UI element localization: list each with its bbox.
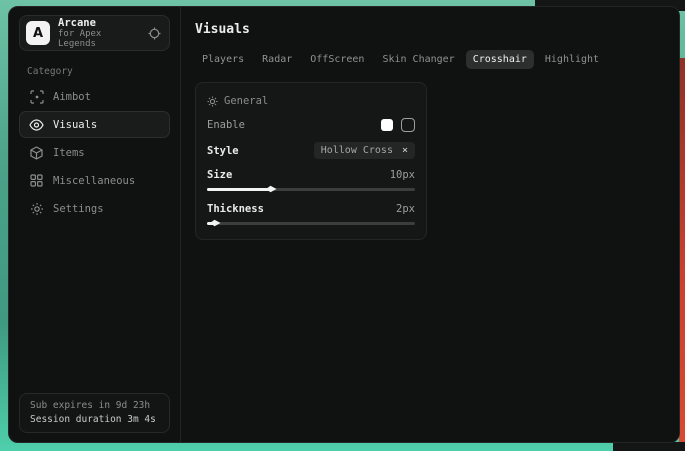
sidebar-item-visuals[interactable]: Visuals	[19, 111, 170, 138]
panel-header-label: General	[224, 95, 268, 107]
session-duration-text: Session duration 3m 4s	[30, 413, 159, 427]
aimbot-icon	[29, 90, 44, 104]
sidebar-item-label: Settings	[53, 203, 104, 215]
page-title: Visuals	[195, 22, 665, 37]
sidebar: A Arcane for Apex Legends Category	[9, 7, 181, 442]
subscription-card: Sub expires in 9d 23h Session duration 3…	[19, 393, 170, 433]
general-icon	[207, 96, 218, 107]
visuals-icon	[29, 119, 44, 131]
sidebar-item-items[interactable]: Items	[19, 139, 170, 166]
category-label: Category	[27, 66, 180, 77]
settings-icon	[29, 202, 44, 216]
enable-row: Enable	[207, 118, 415, 132]
enable-controls	[381, 118, 415, 132]
enable-label: Enable	[207, 119, 245, 131]
sidebar-item-miscellaneous[interactable]: Miscellaneous	[19, 167, 170, 194]
tab-offscreen[interactable]: OffScreen	[303, 50, 371, 69]
sidebar-item-settings[interactable]: Settings	[19, 195, 170, 222]
sub-expires-text: Sub expires in 9d 23h	[30, 399, 159, 413]
app-title: Arcane	[58, 17, 140, 29]
sidebar-item-label: Miscellaneous	[53, 175, 135, 187]
thickness-row: Thickness 2px	[207, 203, 415, 215]
size-label: Size	[207, 169, 232, 181]
thickness-slider-thumb[interactable]	[210, 219, 221, 227]
app-subtitle: for Apex Legends	[58, 29, 140, 50]
sidebar-nav: Aimbot Visuals Items	[9, 81, 180, 224]
thickness-value: 2px	[396, 203, 415, 215]
panel-header: General	[207, 95, 415, 107]
tab-players[interactable]: Players	[195, 50, 251, 69]
thickness-slider-track	[207, 222, 415, 225]
tab-radar[interactable]: Radar	[255, 50, 299, 69]
general-panel: General Enable Style Hollow Cross × Size…	[195, 82, 427, 240]
size-row: Size 10px	[207, 169, 415, 181]
items-icon	[29, 146, 44, 160]
chip-remove-icon[interactable]: ×	[402, 146, 408, 156]
sidebar-item-label: Items	[53, 147, 85, 159]
style-chip[interactable]: Hollow Cross ×	[314, 142, 415, 159]
target-icon[interactable]	[148, 27, 161, 40]
tab-crosshair[interactable]: Crosshair	[466, 50, 534, 69]
tab-skin-changer[interactable]: Skin Changer	[375, 50, 461, 69]
arcane-menu-window: A Arcane for Apex Legends Category	[8, 6, 680, 443]
main-content: Visuals Players Radar OffScreen Skin Cha…	[181, 7, 679, 442]
thickness-slider[interactable]	[207, 219, 415, 227]
size-slider-fill	[207, 188, 271, 191]
profile-text: Arcane for Apex Legends	[58, 17, 140, 50]
tab-bar: Players Radar OffScreen Skin Changer Cro…	[195, 50, 665, 69]
misc-icon	[29, 174, 44, 187]
sidebar-item-label: Aimbot	[53, 91, 91, 103]
size-slider[interactable]	[207, 185, 415, 193]
style-row: Style Hollow Cross ×	[207, 142, 415, 159]
thickness-slider-fill	[207, 222, 215, 225]
background-dark-corner-bottom	[613, 442, 685, 451]
size-value: 10px	[390, 169, 415, 181]
profile-card: A Arcane for Apex Legends	[19, 15, 170, 51]
enable-checkbox[interactable]	[401, 118, 415, 132]
style-label: Style	[207, 145, 239, 157]
color-swatch[interactable]	[381, 119, 393, 131]
style-chip-value: Hollow Cross	[321, 145, 393, 156]
sidebar-item-aimbot[interactable]: Aimbot	[19, 83, 170, 110]
thickness-label: Thickness	[207, 203, 264, 215]
size-slider-thumb[interactable]	[266, 185, 277, 193]
app-logo: A	[26, 21, 50, 45]
tab-highlight[interactable]: Highlight	[538, 50, 606, 69]
sidebar-item-label: Visuals	[53, 119, 97, 131]
